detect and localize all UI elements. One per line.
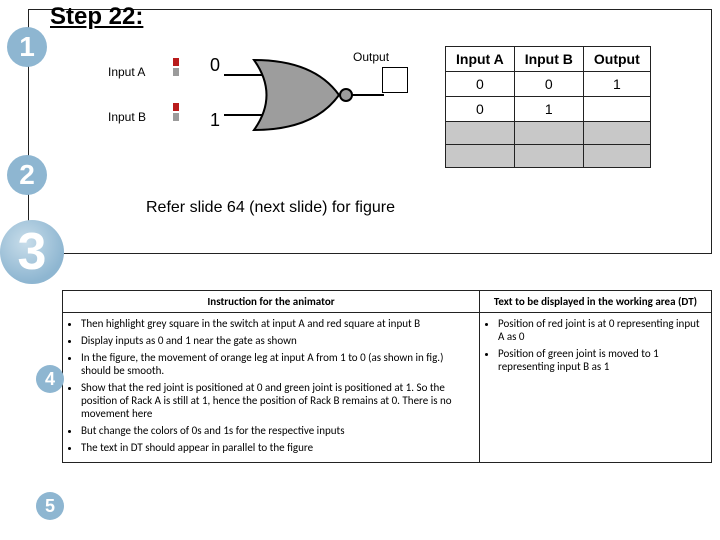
instr-item: Display inputs as 0 and 1 near the gate … [81,334,473,347]
tt-cell: 0 [446,97,515,122]
step-badge-5: 5 [36,492,64,520]
nor-gate-svg [224,55,394,135]
step-badge-2: 2 [7,155,47,195]
input-a-label: Input A [108,65,145,79]
table-row: Input A Input B Output [446,47,651,72]
tt-cell: 1 [583,72,650,97]
switch-a-red [173,58,179,66]
step-title: Step 22: [50,3,143,31]
instr-item: Then highlight grey square in the switch… [81,317,473,330]
instr-item: The text in DT should appear in parallel… [81,441,473,454]
table-row: Then highlight grey square in the switch… [63,313,712,463]
switch-input-b [166,103,186,123]
tt-cell: 0 [446,72,515,97]
instr-item: But change the colors of 0s and 1s for t… [81,424,473,437]
switch-b-grey [173,113,179,121]
switch-input-a [166,58,186,78]
instr-item: In the figure, the movement of orange le… [81,351,473,377]
step-badge-1: 1 [7,27,47,67]
instr-cell-right: Position of red joint is at 0 representi… [480,313,712,463]
instr-header-left: Instruction for the animator [63,291,480,313]
truth-table: Input A Input B Output 0 0 1 0 1 [445,46,651,168]
tt-cell: 0 [514,72,583,97]
instr-cell-left: Then highlight grey square in the switch… [63,313,480,463]
switch-b-red [173,103,179,111]
table-row [446,122,651,145]
gate-input-a-value: 0 [210,55,220,76]
table-row: 0 1 [446,97,651,122]
dt-item: Position of red joint is at 0 representi… [498,317,705,343]
refer-text: Refer slide 64 (next slide) for figure [146,198,406,217]
step-badge-3: 3 [0,220,64,284]
table-row: Instruction for the animator Text to be … [63,291,712,313]
step-badge-4: 4 [36,365,64,393]
input-b-label: Input B [108,110,146,124]
instr-item: Show that the red joint is positioned at… [81,381,473,420]
tt-cell [583,97,650,122]
instruction-table: Instruction for the animator Text to be … [62,290,712,463]
tt-h-a: Input A [446,47,515,72]
dt-item: Position of green joint is moved to 1 re… [498,347,705,373]
table-row: 0 0 1 [446,72,651,97]
table-row [446,145,651,168]
instr-header-right: Text to be displayed in the working area… [480,291,712,313]
nor-gate [224,55,394,135]
output-box [382,67,408,93]
switch-a-grey [173,68,179,76]
tt-cell: 1 [514,97,583,122]
tt-h-out: Output [583,47,650,72]
gate-input-b-value: 1 [210,110,220,131]
output-label: Output [353,50,389,64]
tt-h-b: Input B [514,47,583,72]
